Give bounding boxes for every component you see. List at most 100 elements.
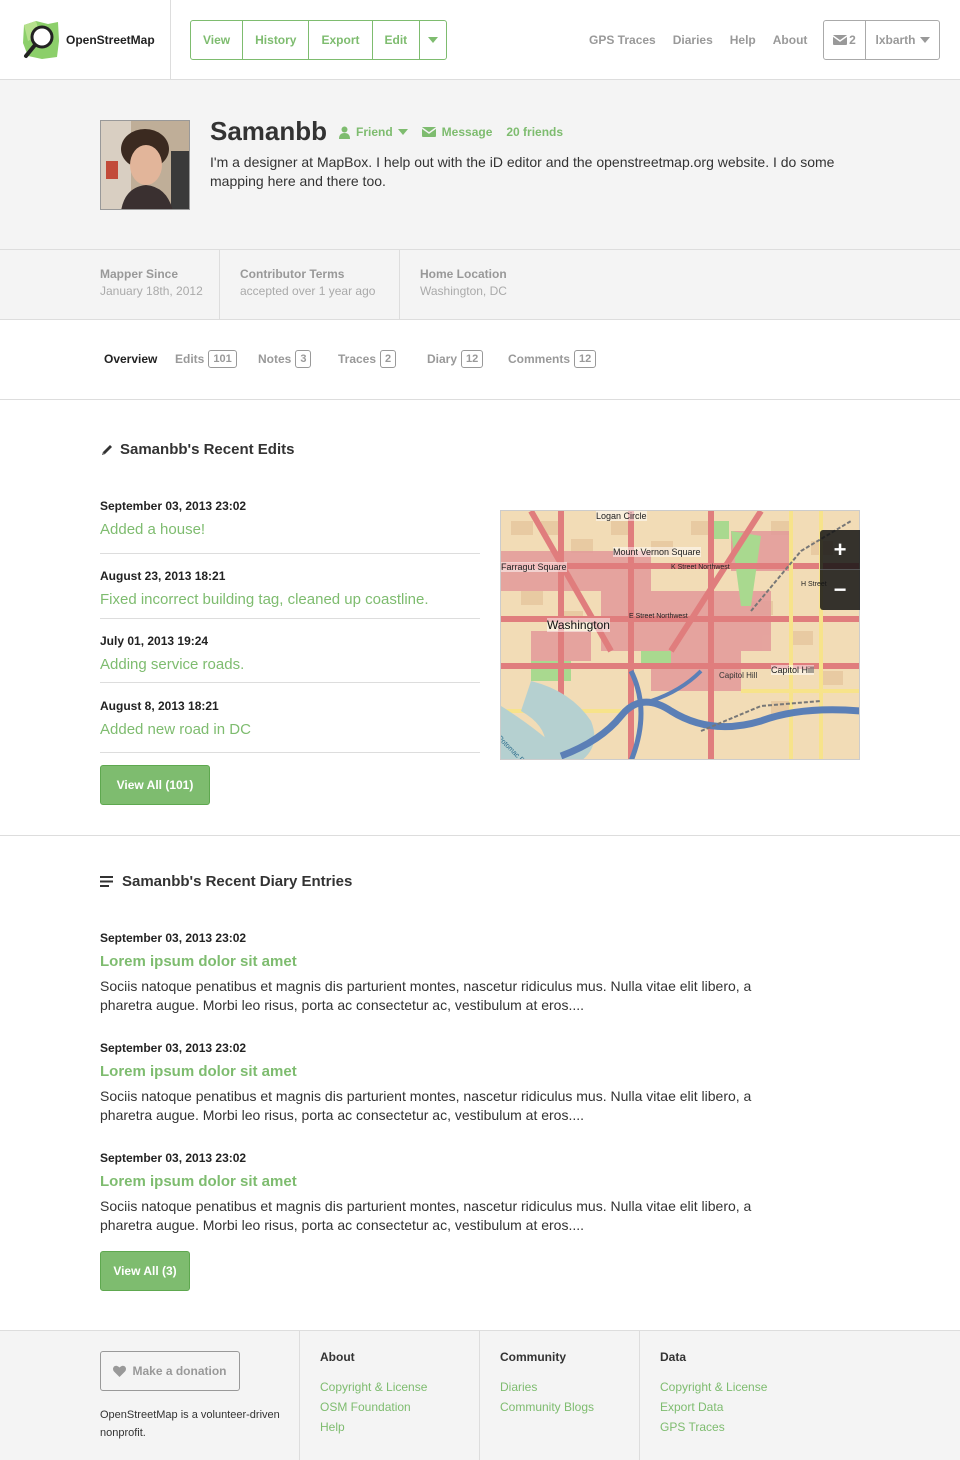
tab-traces[interactable]: Traces 2 — [338, 350, 397, 368]
divider — [100, 752, 480, 753]
tab-label: Traces — [338, 352, 377, 366]
stat-home-location: Home Location Washington, DC — [400, 250, 560, 319]
export-button[interactable]: Export — [309, 21, 373, 59]
footer-link[interactable]: Export Data — [660, 1399, 767, 1415]
logo-magnifier-icon — [22, 21, 60, 59]
footer-heading: Community — [500, 1350, 566, 1364]
recent-diary-heading: Samanbb's Recent Diary Entries — [100, 873, 352, 890]
logo-link[interactable]: OpenStreetMap — [0, 0, 171, 80]
nav-diaries[interactable]: Diaries — [673, 33, 713, 47]
nav-about[interactable]: About — [773, 33, 808, 47]
tab-label: Diary — [427, 352, 458, 366]
map-label: Capitol Hill — [771, 665, 815, 675]
stat-contributor-terms: Contributor Terms accepted over 1 year a… — [220, 250, 400, 319]
map-label: Mount Vernon Square — [613, 547, 701, 557]
profile-actions: Friend Message 20 friends — [339, 125, 577, 139]
footer-about-links: Copyright & License OSM Foundation Help — [320, 1379, 427, 1439]
footer-heading: About — [320, 1350, 355, 1364]
footer-link[interactable]: GPS Traces — [660, 1419, 767, 1435]
edit-link[interactable]: Adding service roads. — [100, 656, 480, 673]
tab-label: Notes — [258, 352, 292, 366]
map-label: K Street Northwest — [671, 564, 730, 571]
edit-link[interactable]: Added new road in DC — [100, 721, 480, 738]
map-label: Farragut Square — [501, 562, 567, 572]
map-label: Logan Circle — [596, 511, 647, 521]
username-dropdown[interactable]: lxbarth — [866, 33, 939, 47]
edit-item: September 03, 2013 23:02 Added a house! — [100, 499, 480, 538]
divider — [100, 553, 480, 554]
tab-diary[interactable]: Diary 12 — [427, 350, 484, 368]
footer-link[interactable]: Copyright & License — [660, 1379, 767, 1395]
diary-excerpt: Sociis natoque penatibus et magnis dis p… — [100, 978, 752, 1013]
list-icon — [100, 876, 113, 887]
friend-user-icon — [339, 126, 350, 139]
stat-value: accepted over 1 year ago — [240, 284, 376, 298]
friend-label: Friend — [356, 125, 393, 139]
diary-date: September 03, 2013 23:02 — [100, 1041, 247, 1055]
footer-link[interactable]: Community Blogs — [500, 1399, 594, 1415]
view-all-diary-button[interactable]: View All (3) — [100, 1251, 190, 1291]
zoom-in-button[interactable]: + — [820, 530, 860, 570]
friends-link[interactable]: 20 friends — [506, 125, 563, 139]
tab-edits[interactable]: Edits 101 — [175, 350, 237, 368]
tab-count-badge: 101 — [208, 350, 237, 368]
friend-button[interactable]: Friend — [339, 125, 408, 139]
nav-gps-traces[interactable]: GPS Traces — [589, 33, 656, 47]
tab-overview[interactable]: Overview — [104, 352, 157, 366]
zoom-out-button[interactable]: − — [820, 570, 860, 610]
footer-link[interactable]: Copyright & License — [320, 1379, 427, 1395]
profile-header: Samanbb Friend Message 20 friends I'm a … — [0, 80, 960, 250]
recent-edits-heading: Samanbb's Recent Edits — [100, 441, 294, 458]
edit-item: August 8, 2013 18:21 Added new road in D… — [100, 699, 480, 738]
diary-title-link[interactable]: Lorem ipsum dolor sit amet — [100, 953, 760, 970]
profile-tabs: Overview Edits 101 Notes 3 Traces 2 Diar… — [0, 320, 960, 400]
diary-title-link[interactable]: Lorem ipsum dolor sit amet — [100, 1063, 760, 1080]
stat-mapper-since: Mapper Since January 18th, 2012 — [0, 250, 220, 319]
inbox-count: 2 — [849, 33, 856, 47]
caret-down-icon — [428, 37, 439, 43]
edit-dropdown-button[interactable] — [420, 21, 446, 59]
edit-date: July 01, 2013 19:24 — [100, 634, 209, 648]
diary-title-link[interactable]: Lorem ipsum dolor sit amet — [100, 1173, 760, 1190]
edit-item: July 01, 2013 19:24 Adding service roads… — [100, 634, 480, 673]
edit-item: August 23, 2013 18:21 Fixed incorrect bu… — [100, 569, 480, 608]
edit-date: August 8, 2013 18:21 — [100, 699, 219, 713]
section-title: Samanbb's Recent Edits — [120, 441, 295, 458]
tab-comments[interactable]: Comments 12 — [508, 350, 597, 368]
footer: Make a donation OpenStreetMap is a volun… — [0, 1330, 960, 1460]
edits-map[interactable]: Logan Circle Mount Vernon Square Farragu… — [500, 510, 860, 760]
tab-notes[interactable]: Notes 3 — [258, 350, 312, 368]
footer-link[interactable]: Diaries — [500, 1379, 594, 1395]
donate-button[interactable]: Make a donation — [100, 1351, 240, 1391]
view-all-edits-button[interactable]: View All (101) — [100, 765, 210, 805]
edit-date: September 03, 2013 23:02 — [100, 499, 247, 513]
map-label: Washington — [547, 618, 610, 632]
tab-count-badge: 12 — [461, 350, 484, 368]
envelope-icon — [421, 127, 436, 137]
message-label: Message — [441, 125, 493, 139]
stat-value: January 18th, 2012 — [100, 284, 203, 298]
edit-link[interactable]: Fixed incorrect building tag, cleaned up… — [100, 591, 480, 608]
tab-label: Overview — [104, 352, 158, 366]
caret-down-icon — [397, 129, 408, 135]
footer-link[interactable]: Help — [320, 1419, 427, 1435]
divider — [100, 682, 480, 683]
stat-label: Home Location — [420, 267, 507, 281]
stat-label: Contributor Terms — [240, 267, 345, 281]
pencil-icon — [102, 444, 112, 455]
nav-links: GPS Traces Diaries Help About — [589, 33, 824, 47]
history-button[interactable]: History — [243, 21, 310, 59]
inbox-button[interactable]: 2 — [824, 21, 866, 59]
edit-date: August 23, 2013 18:21 — [100, 569, 226, 583]
divider — [100, 618, 480, 619]
diary-excerpt: Sociis natoque penatibus et magnis dis p… — [100, 1088, 752, 1123]
heart-icon — [113, 1365, 127, 1377]
username: lxbarth — [875, 33, 916, 47]
footer-heading: Data — [660, 1350, 687, 1364]
edit-button[interactable]: Edit — [373, 21, 421, 59]
view-button[interactable]: View — [191, 21, 244, 59]
nav-help[interactable]: Help — [730, 33, 756, 47]
edit-link[interactable]: Added a house! — [100, 521, 480, 538]
message-button[interactable]: Message — [421, 125, 493, 139]
footer-link[interactable]: OSM Foundation — [320, 1399, 427, 1415]
